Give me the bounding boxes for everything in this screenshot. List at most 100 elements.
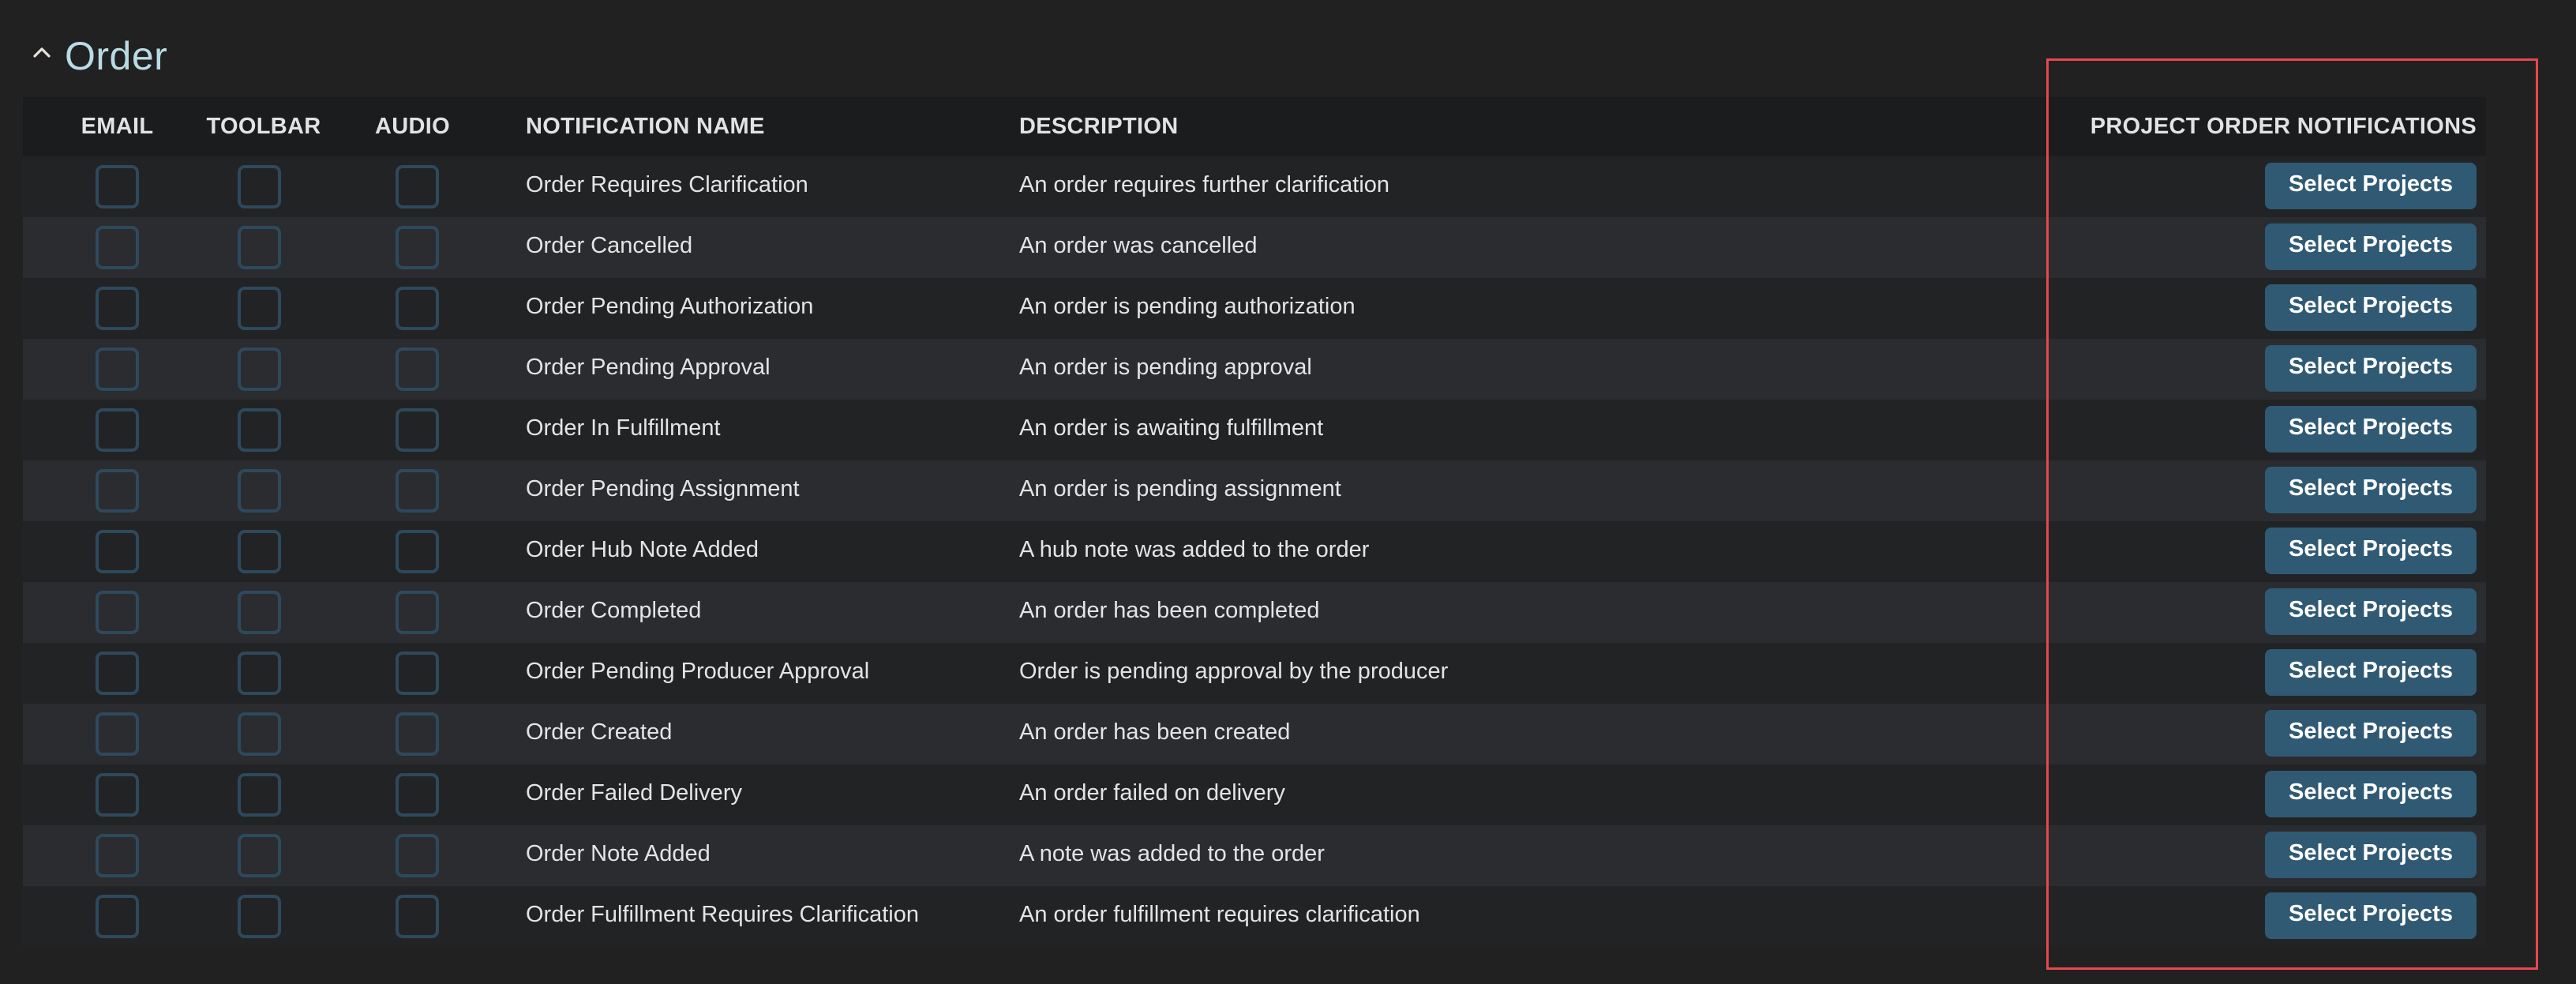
email-checkbox[interactable]	[96, 165, 139, 208]
select-projects-button[interactable]: Select Projects	[2265, 467, 2477, 513]
select-projects-button[interactable]: Select Projects	[2265, 649, 2477, 696]
toolbar-checkbox[interactable]	[238, 652, 281, 695]
table-row: Order In Fulfillment An order is awaiting…	[23, 400, 2486, 460]
audio-checkbox[interactable]	[396, 712, 439, 756]
column-header-project-order-notifications: PROJECT ORDER NOTIFICATIONS	[2090, 114, 2477, 139]
email-checkbox[interactable]	[96, 834, 139, 877]
table-header: EMAIL TOOLBAR AUDIO NOTIFICATION NAME DE…	[23, 97, 2486, 156]
email-checkbox[interactable]	[96, 469, 139, 513]
toolbar-checkbox[interactable]	[238, 895, 281, 938]
notification-description: An order failed on delivery	[1019, 780, 1285, 806]
notification-name: Order Pending Authorization	[526, 294, 814, 319]
audio-checkbox[interactable]	[396, 591, 439, 634]
table-row: Order Failed Delivery An order failed on …	[23, 764, 2486, 825]
email-checkbox[interactable]	[96, 287, 139, 330]
select-projects-button[interactable]: Select Projects	[2265, 406, 2477, 453]
table-row: Order Pending Authorization An order is p…	[23, 278, 2486, 339]
notification-name: Order Pending Producer Approval	[526, 659, 870, 684]
audio-checkbox[interactable]	[396, 408, 439, 452]
email-checkbox[interactable]	[96, 591, 139, 634]
select-projects-button[interactable]: Select Projects	[2265, 771, 2477, 817]
table-row: Order Note Added A note was added to the …	[23, 825, 2486, 886]
toolbar-checkbox[interactable]	[238, 287, 281, 330]
toolbar-checkbox[interactable]	[238, 591, 281, 634]
notification-description: An order has been completed	[1019, 598, 1320, 623]
table-body: Order Requires Clarification An order req…	[23, 156, 2486, 947]
audio-checkbox[interactable]	[396, 226, 439, 269]
select-projects-button[interactable]: Select Projects	[2265, 710, 2477, 757]
table-row: Order Created An order has been created Se…	[23, 704, 2486, 764]
audio-checkbox[interactable]	[396, 652, 439, 695]
notification-name: Order Hub Note Added	[526, 537, 759, 562]
select-projects-button[interactable]: Select Projects	[2265, 832, 2477, 878]
notification-name: Order Fulfillment Requires Clarification	[526, 902, 919, 927]
notification-description: An order is pending authorization	[1019, 294, 1355, 319]
audio-checkbox[interactable]	[396, 773, 439, 817]
notification-name: Order Created	[526, 719, 673, 745]
audio-checkbox[interactable]	[396, 165, 439, 208]
notification-name: Order Failed Delivery	[526, 780, 742, 806]
notification-name: Order Note Added	[526, 841, 711, 866]
section-toggle-order[interactable]: Order	[28, 28, 167, 84]
select-projects-button[interactable]: Select Projects	[2265, 892, 2477, 939]
audio-checkbox[interactable]	[396, 469, 439, 513]
toolbar-checkbox[interactable]	[238, 773, 281, 817]
chevron-up-icon[interactable]	[28, 40, 55, 64]
notification-name: Order In Fulfillment	[526, 415, 721, 441]
table-row: Order Pending Approval An order is pendin…	[23, 339, 2486, 400]
audio-checkbox[interactable]	[396, 347, 439, 391]
toolbar-checkbox[interactable]	[238, 408, 281, 452]
notification-description: An order is pending approval	[1019, 355, 1312, 380]
toolbar-checkbox[interactable]	[238, 834, 281, 877]
select-projects-button[interactable]: Select Projects	[2265, 163, 2477, 209]
email-checkbox[interactable]	[96, 347, 139, 391]
notification-description: An order has been created	[1019, 719, 1291, 745]
toolbar-checkbox[interactable]	[238, 226, 281, 269]
email-checkbox[interactable]	[96, 773, 139, 817]
column-header-description: DESCRIPTION	[1019, 114, 1179, 139]
section-title: Order	[65, 34, 168, 78]
notification-name: Order Pending Approval	[526, 355, 771, 380]
select-projects-button[interactable]: Select Projects	[2265, 588, 2477, 635]
select-projects-button[interactable]: Select Projects	[2265, 345, 2477, 392]
select-projects-button[interactable]: Select Projects	[2265, 528, 2477, 574]
toolbar-checkbox[interactable]	[238, 530, 281, 573]
column-header-toolbar: TOOLBAR	[206, 114, 321, 139]
notification-description: An order was cancelled	[1019, 233, 1258, 258]
email-checkbox[interactable]	[96, 712, 139, 756]
notifications-table: EMAIL TOOLBAR AUDIO NOTIFICATION NAME DE…	[23, 97, 2486, 947]
email-checkbox[interactable]	[96, 895, 139, 938]
audio-checkbox[interactable]	[396, 834, 439, 877]
notification-name: Order Pending Assignment	[526, 476, 800, 501]
toolbar-checkbox[interactable]	[238, 165, 281, 208]
audio-checkbox[interactable]	[396, 287, 439, 330]
column-header-email: EMAIL	[81, 114, 154, 139]
column-header-audio: AUDIO	[375, 114, 450, 139]
audio-checkbox[interactable]	[396, 895, 439, 938]
table-row: Order Pending Assignment An order is pend…	[23, 460, 2486, 521]
table-row: Order Completed An order has been complet…	[23, 582, 2486, 643]
toolbar-checkbox[interactable]	[238, 712, 281, 756]
notification-description: An order is awaiting fulfillment	[1019, 415, 1324, 441]
notification-description: A note was added to the order	[1019, 841, 1325, 866]
email-checkbox[interactable]	[96, 408, 139, 452]
email-checkbox[interactable]	[96, 652, 139, 695]
table-row: Order Pending Producer Approval Order is …	[23, 643, 2486, 704]
select-projects-button[interactable]: Select Projects	[2265, 284, 2477, 331]
notification-description: An order fulfillment requires clarificat…	[1019, 902, 1420, 927]
notification-description: Order is pending approval by the produce…	[1019, 659, 1449, 684]
email-checkbox[interactable]	[96, 226, 139, 269]
table-row: Order Hub Note Added A hub note was added…	[23, 521, 2486, 582]
toolbar-checkbox[interactable]	[238, 347, 281, 391]
select-projects-button[interactable]: Select Projects	[2265, 223, 2477, 270]
table-row: Order Requires Clarification An order req…	[23, 156, 2486, 217]
audio-checkbox[interactable]	[396, 530, 439, 573]
notification-name: Order Cancelled	[526, 233, 693, 258]
notification-name: Order Requires Clarification	[526, 172, 808, 197]
table-row: Order Cancelled An order was cancelled Sel…	[23, 217, 2486, 278]
notification-description: An order is pending assignment	[1019, 476, 1341, 501]
notification-description: An order requires further clarification	[1019, 172, 1390, 197]
email-checkbox[interactable]	[96, 530, 139, 573]
notification-description: A hub note was added to the order	[1019, 537, 1370, 562]
toolbar-checkbox[interactable]	[238, 469, 281, 513]
